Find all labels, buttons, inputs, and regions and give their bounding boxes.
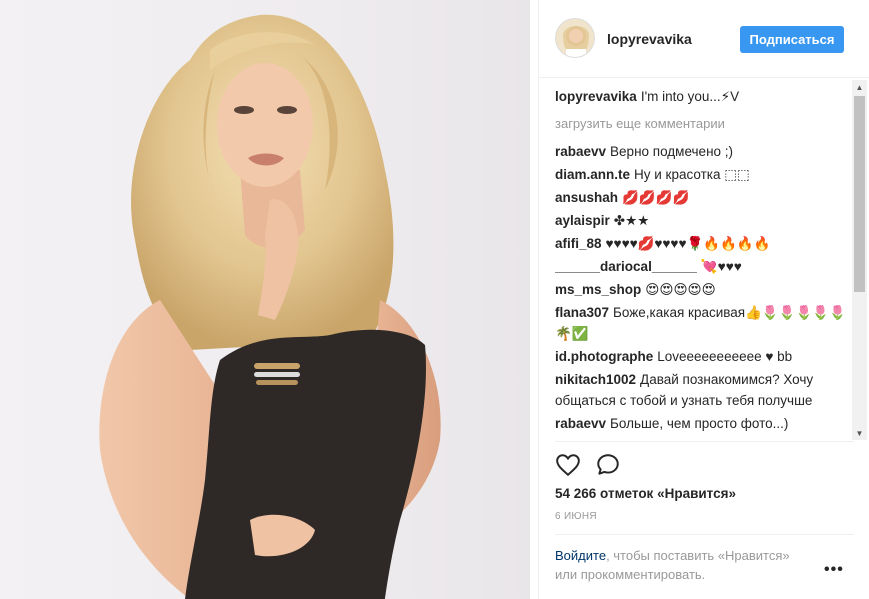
avatar-image	[556, 19, 594, 57]
comment-text: Верно подмечено ;)	[610, 144, 734, 159]
comment-text: Ну и красотка ⬚⬚	[634, 167, 750, 182]
comment-username[interactable]: ansushah	[555, 190, 618, 205]
triangle-down-icon[interactable]: ▼	[852, 426, 867, 440]
comment-item: rabaevv Больше, чем просто фото...)	[555, 413, 851, 434]
scrollbar-thumb[interactable]	[854, 96, 865, 292]
comment-item: aylaispir ✤★★	[555, 210, 851, 231]
comment-item: id.photographe Loveeeeeeeeeee ♥ bb	[555, 346, 851, 367]
comment-item: ms_ms_shop 😍😍😍😍😍	[555, 279, 851, 300]
caption-text: I'm into you...⚡V	[640, 89, 740, 104]
post-photo[interactable]	[0, 0, 530, 599]
post-header: lopyrevavika Подписаться	[539, 0, 869, 78]
comments-scrollbar[interactable]: ▲ ▼	[852, 80, 867, 440]
comment-text: 😍😍😍😍😍	[645, 282, 716, 297]
speech-bubble-icon[interactable]	[595, 452, 621, 478]
load-more-comments-link[interactable]: загрузить еще комментарии	[555, 113, 851, 134]
comment-username[interactable]: flana307	[555, 305, 609, 320]
comment-text: Больше, чем просто фото...)	[610, 416, 789, 431]
comment-item: diam.ann.te Ну и красотка ⬚⬚	[555, 164, 851, 185]
comment-username[interactable]: ms_ms_shop	[555, 282, 641, 297]
comment-username[interactable]: diam.ann.te	[555, 167, 630, 182]
comment-username[interactable]: id.photographe	[555, 349, 653, 364]
avatar[interactable]	[555, 18, 595, 58]
comment-item: nikitach1002 Давай познакомимся? Хочу общ…	[555, 369, 851, 411]
comment-text: ♥♥♥♥💋♥♥♥♥🌹🔥🔥🔥🔥	[605, 236, 771, 251]
more-options-button[interactable]: •••	[824, 561, 844, 579]
portrait-illustration	[99, 14, 441, 599]
comment-username[interactable]: nikitach1002	[555, 372, 636, 387]
caption-username[interactable]: lopyrevavika	[555, 89, 637, 104]
follow-button[interactable]: Подписаться	[740, 26, 844, 53]
login-prompt: Войдите, чтобы поставить «Нравится» или …	[555, 546, 815, 584]
comment-username[interactable]: rabaevv	[555, 144, 606, 159]
likes-count[interactable]: 54 266 отметок «Нравится»	[555, 486, 736, 501]
comment-username[interactable]: afifi_88	[555, 236, 602, 251]
comment-username[interactable]: rabaevv	[555, 416, 606, 431]
comment-text: 💘♥♥♥	[700, 259, 742, 274]
caption: lopyrevavika I'm into you...⚡V	[555, 86, 851, 107]
comment-text: ✤★★	[613, 213, 650, 228]
author-username[interactable]: lopyrevavika	[607, 31, 692, 47]
comment-item: rabaevv Верно подмечено ;)	[555, 141, 851, 162]
comment-item: flana307 Боже,какая красивая👍🌷🌷🌷🌷🌷🌴✅	[555, 302, 851, 344]
post-date: 6 ИЮНЯ	[555, 511, 597, 522]
post-actions	[555, 452, 621, 478]
comment-username[interactable]: ______dariocal______	[555, 259, 697, 274]
comment-item: ansushah 💋💋💋💋	[555, 187, 851, 208]
instagram-post-view: lopyrevavika Подписаться lopyrevavika I'm…	[0, 0, 869, 599]
comment-username[interactable]: aylaispir	[555, 213, 610, 228]
triangle-up-icon[interactable]: ▲	[852, 80, 867, 94]
divider	[555, 534, 854, 535]
login-link[interactable]: Войдите	[555, 548, 606, 563]
heart-outline-icon[interactable]	[555, 452, 581, 478]
post-side-panel: lopyrevavika Подписаться lopyrevavika I'm…	[538, 0, 869, 599]
comment-item: ______dariocal______ 💘♥♥♥	[555, 256, 851, 277]
comment-text: 💋💋💋💋	[622, 190, 690, 205]
comment-text: Loveeeeeeeeeee ♥ bb	[657, 349, 793, 364]
comment-item: afifi_88 ♥♥♥♥💋♥♥♥♥🌹🔥🔥🔥🔥	[555, 233, 851, 254]
divider	[555, 441, 854, 442]
comment-list: lopyrevavika I'm into you...⚡V загрузить …	[555, 86, 851, 440]
